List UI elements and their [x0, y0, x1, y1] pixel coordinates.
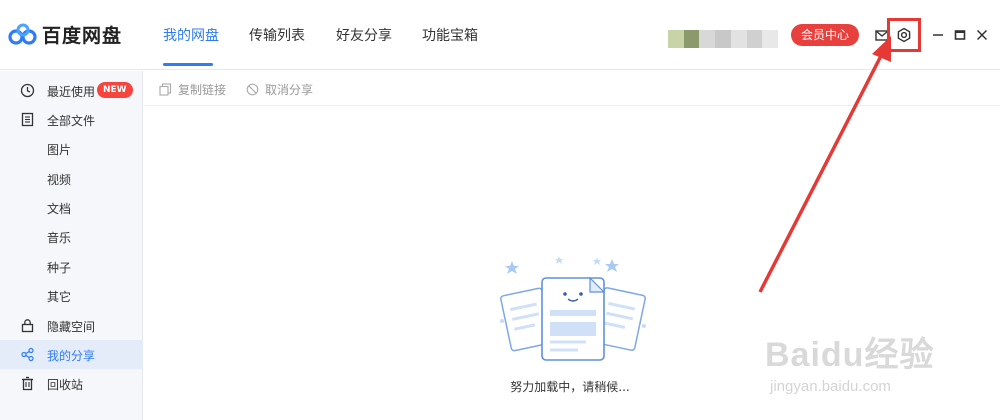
trash-icon: [22, 376, 33, 391]
sidebar-item-label: 我的分享: [47, 349, 96, 363]
sidebar-item-label: 最近使用: [47, 85, 96, 99]
sidebar-item-hidden-space[interactable]: 隐藏空间: [0, 311, 143, 340]
lock-icon: [21, 319, 34, 333]
sidebar-item-music[interactable]: 音乐: [0, 222, 143, 251]
share-icon: [21, 347, 34, 362]
close-icon[interactable]: [974, 27, 990, 43]
watermark-url: jingyan.baidu.com: [770, 378, 891, 395]
sidebar-item-recycle-bin[interactable]: 回收站: [0, 369, 143, 398]
tab-transfer-list[interactable]: 传输列表: [249, 25, 305, 45]
sidebar-item-label: 回收站: [47, 378, 84, 392]
minimize-icon[interactable]: [930, 27, 946, 43]
copy-link-label: 复制链接: [178, 82, 227, 97]
cloud-logo-icon: [8, 23, 37, 45]
tab-my-disk[interactable]: 我的网盘: [163, 25, 219, 45]
clock-icon: [20, 83, 35, 98]
sidebar-item-my-share[interactable]: 我的分享: [0, 340, 143, 369]
loading-illustration: [500, 256, 646, 361]
sidebar-item-documents[interactable]: 文档: [0, 193, 143, 222]
user-avatar[interactable]: [668, 30, 779, 48]
sidebar-item-videos[interactable]: 视频: [0, 164, 143, 193]
title-bar: 百度网盘 我的网盘 传输列表 好友分享 功能宝箱 会员中心: [0, 0, 1000, 70]
new-badge: NEW: [97, 82, 133, 98]
toolbar: 复制链接 取消分享: [144, 71, 1000, 106]
cancel-share-label: 取消分享: [265, 82, 314, 97]
sidebar-item-label: 全部文件: [47, 114, 96, 128]
sidebar-item-other[interactable]: 其它: [0, 281, 143, 310]
prohibited-icon: [246, 83, 259, 95]
cancel-share-button[interactable]: 取消分享: [246, 81, 313, 97]
copy-icon: [159, 82, 172, 96]
document-icon: [21, 112, 34, 127]
sidebar-item-recent[interactable]: 最近使用 NEW: [0, 76, 143, 105]
copy-link-button[interactable]: 复制链接: [159, 81, 226, 97]
watermark-brand: Baidu经验: [765, 336, 935, 374]
tab-toolbox[interactable]: 功能宝箱: [422, 25, 478, 45]
app-name: 百度网盘: [42, 24, 123, 47]
tab-friend-share[interactable]: 好友分享: [336, 25, 392, 45]
sidebar-item-label: 文档: [47, 202, 72, 216]
sidebar-item-label: 种子: [47, 261, 72, 275]
sidebar-item-label: 音乐: [47, 231, 72, 245]
sidebar-item-torrents[interactable]: 种子: [0, 252, 143, 281]
sidebar: 最近使用 NEW 全部文件 图片 视频 文档 音乐 种子 其它 隐藏空间 我的分…: [0, 71, 143, 420]
sidebar-item-label: 图片: [47, 143, 72, 157]
active-tab-indicator: [163, 63, 213, 66]
sidebar-item-images[interactable]: 图片: [0, 134, 143, 163]
sidebar-item-all-files[interactable]: 全部文件: [0, 105, 143, 134]
sidebar-item-label: 其它: [47, 290, 72, 304]
settings-highlight-box: [887, 18, 921, 52]
maximize-icon[interactable]: [952, 27, 968, 43]
app-logo: 百度网盘: [8, 18, 122, 50]
vip-center-button[interactable]: 会员中心: [791, 24, 860, 46]
sidebar-item-label: 视频: [47, 173, 72, 187]
sidebar-item-label: 隐藏空间: [47, 320, 96, 334]
